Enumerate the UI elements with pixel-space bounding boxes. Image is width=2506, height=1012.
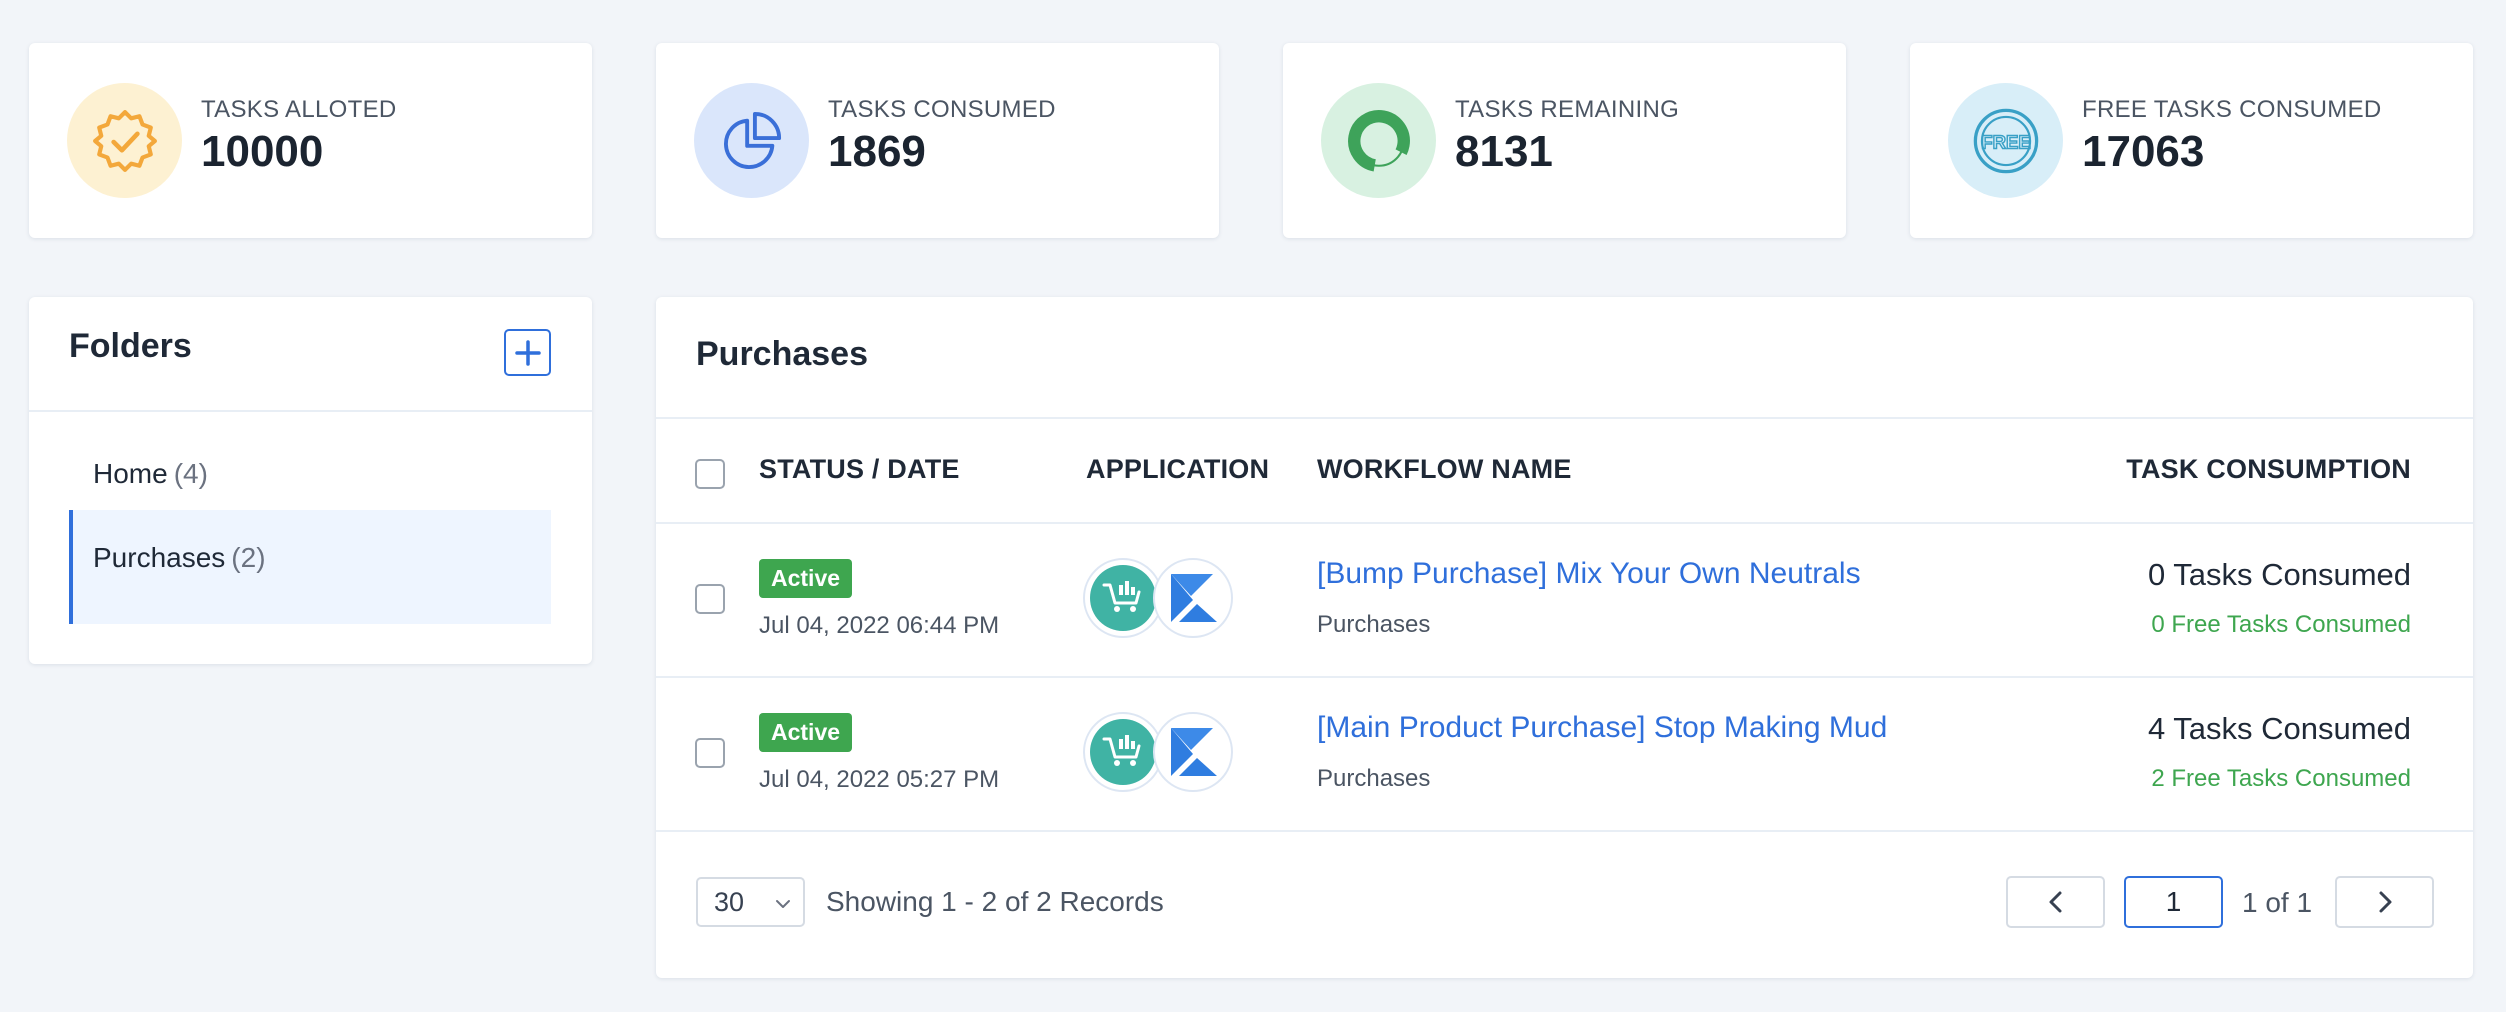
folder-name: Purchases xyxy=(93,542,226,573)
pie-chart-icon xyxy=(694,83,809,198)
shopping-cart-chart-icon xyxy=(1083,558,1163,638)
folder-count: (2) xyxy=(231,542,266,573)
page-size-select[interactable]: 30 xyxy=(696,877,805,927)
workflow-folder: Purchases xyxy=(1317,611,1431,638)
page-size-value: 30 xyxy=(714,886,745,917)
select-all-checkbox[interactable] xyxy=(695,459,725,489)
shopping-cart-chart-icon xyxy=(1083,712,1163,792)
tasks-consumed: 4 Tasks Consumed xyxy=(2147,711,2411,746)
current-page-input[interactable]: 1 xyxy=(2124,876,2223,928)
chevron-right-icon xyxy=(2379,891,2391,913)
folders-panel: Folders Home (4) Purchases (2) xyxy=(29,297,592,664)
row-checkbox[interactable] xyxy=(695,584,725,614)
stat-label: TASKS CONSUMED xyxy=(828,96,1056,123)
folder-name: Home xyxy=(93,458,168,489)
workflow-name-link[interactable]: [Bump Purchase] Mix Your Own Neutrals xyxy=(1317,557,1861,591)
row-divider xyxy=(656,830,2473,832)
page-of-label: 1 of 1 xyxy=(2242,887,2313,918)
workflow-name-link[interactable]: [Main Product Purchase] Stop Making Mud xyxy=(1317,711,1887,745)
free-tasks-consumed: 2 Free Tasks Consumed xyxy=(2151,765,2411,792)
records-summary: Showing 1 - 2 of 2 Records xyxy=(826,886,1164,917)
column-task-consumption[interactable]: TASK CONSUMPTION xyxy=(2126,454,2411,485)
free-stamp-icon: FREE xyxy=(1948,83,2063,198)
stat-label: FREE TASKS CONSUMED xyxy=(2082,96,2382,123)
row-date: Jul 04, 2022 06:44 PM xyxy=(759,612,1000,639)
table-row[interactable]: Active Jul 04, 2022 05:27 PM [Main Produ… xyxy=(656,678,2473,830)
kartra-k-icon xyxy=(1153,712,1233,792)
folder-count: (4) xyxy=(173,458,208,489)
stat-value: 10000 xyxy=(201,127,324,176)
status-badge: Active xyxy=(759,713,853,752)
free-icon-text: FREE xyxy=(1981,131,2031,152)
row-checkbox[interactable] xyxy=(695,738,725,768)
stat-value: 17063 xyxy=(2082,127,2205,176)
status-badge: Active xyxy=(759,559,853,598)
badge-check-icon xyxy=(67,83,182,198)
folders-divider xyxy=(29,410,592,412)
column-status-date[interactable]: STATUS / DATE xyxy=(759,454,960,485)
panel-title: Purchases xyxy=(696,335,868,373)
chevron-left-icon xyxy=(2049,891,2061,913)
stat-card-tasks-consumed: TASKS CONSUMED 1869 xyxy=(656,43,1219,238)
stat-card-tasks-alloted: TASKS ALLOTED 10000 xyxy=(29,43,592,238)
stat-card-tasks-remaining: TASKS REMAINING 8131 xyxy=(1283,43,1846,238)
stat-value: 8131 xyxy=(1455,127,1553,176)
kartra-k-icon xyxy=(1153,558,1233,638)
plus-icon xyxy=(514,339,541,366)
previous-page-button[interactable] xyxy=(2006,876,2105,928)
add-folder-button[interactable] xyxy=(504,329,551,376)
column-workflow-name[interactable]: WORKFLOW NAME xyxy=(1317,454,1572,485)
workflows-panel: Purchases STATUS / DATE APPLICATION WORK… xyxy=(656,297,2473,978)
column-application[interactable]: APPLICATION xyxy=(1086,454,1269,485)
table-row[interactable]: Active Jul 04, 2022 06:44 PM [Bump Purch… xyxy=(656,524,2473,676)
panel-divider xyxy=(656,417,2473,419)
stat-label: TASKS ALLOTED xyxy=(201,96,397,123)
donut-chart-icon xyxy=(1321,83,1436,198)
stat-card-free-tasks-consumed: FREE FREE TASKS CONSUMED 17063 xyxy=(1910,43,2473,238)
folders-title: Folders xyxy=(69,327,192,365)
tasks-consumed: 0 Tasks Consumed xyxy=(2147,557,2411,592)
chevron-down-icon xyxy=(776,900,790,908)
next-page-button[interactable] xyxy=(2335,876,2434,928)
workflow-folder: Purchases xyxy=(1317,765,1431,792)
stat-value: 1869 xyxy=(828,127,926,176)
row-date: Jul 04, 2022 05:27 PM xyxy=(759,766,1000,793)
folder-item-purchases[interactable]: Purchases (2) xyxy=(69,510,551,624)
free-tasks-consumed: 0 Free Tasks Consumed xyxy=(2151,611,2411,638)
stat-label: TASKS REMAINING xyxy=(1455,96,1680,123)
